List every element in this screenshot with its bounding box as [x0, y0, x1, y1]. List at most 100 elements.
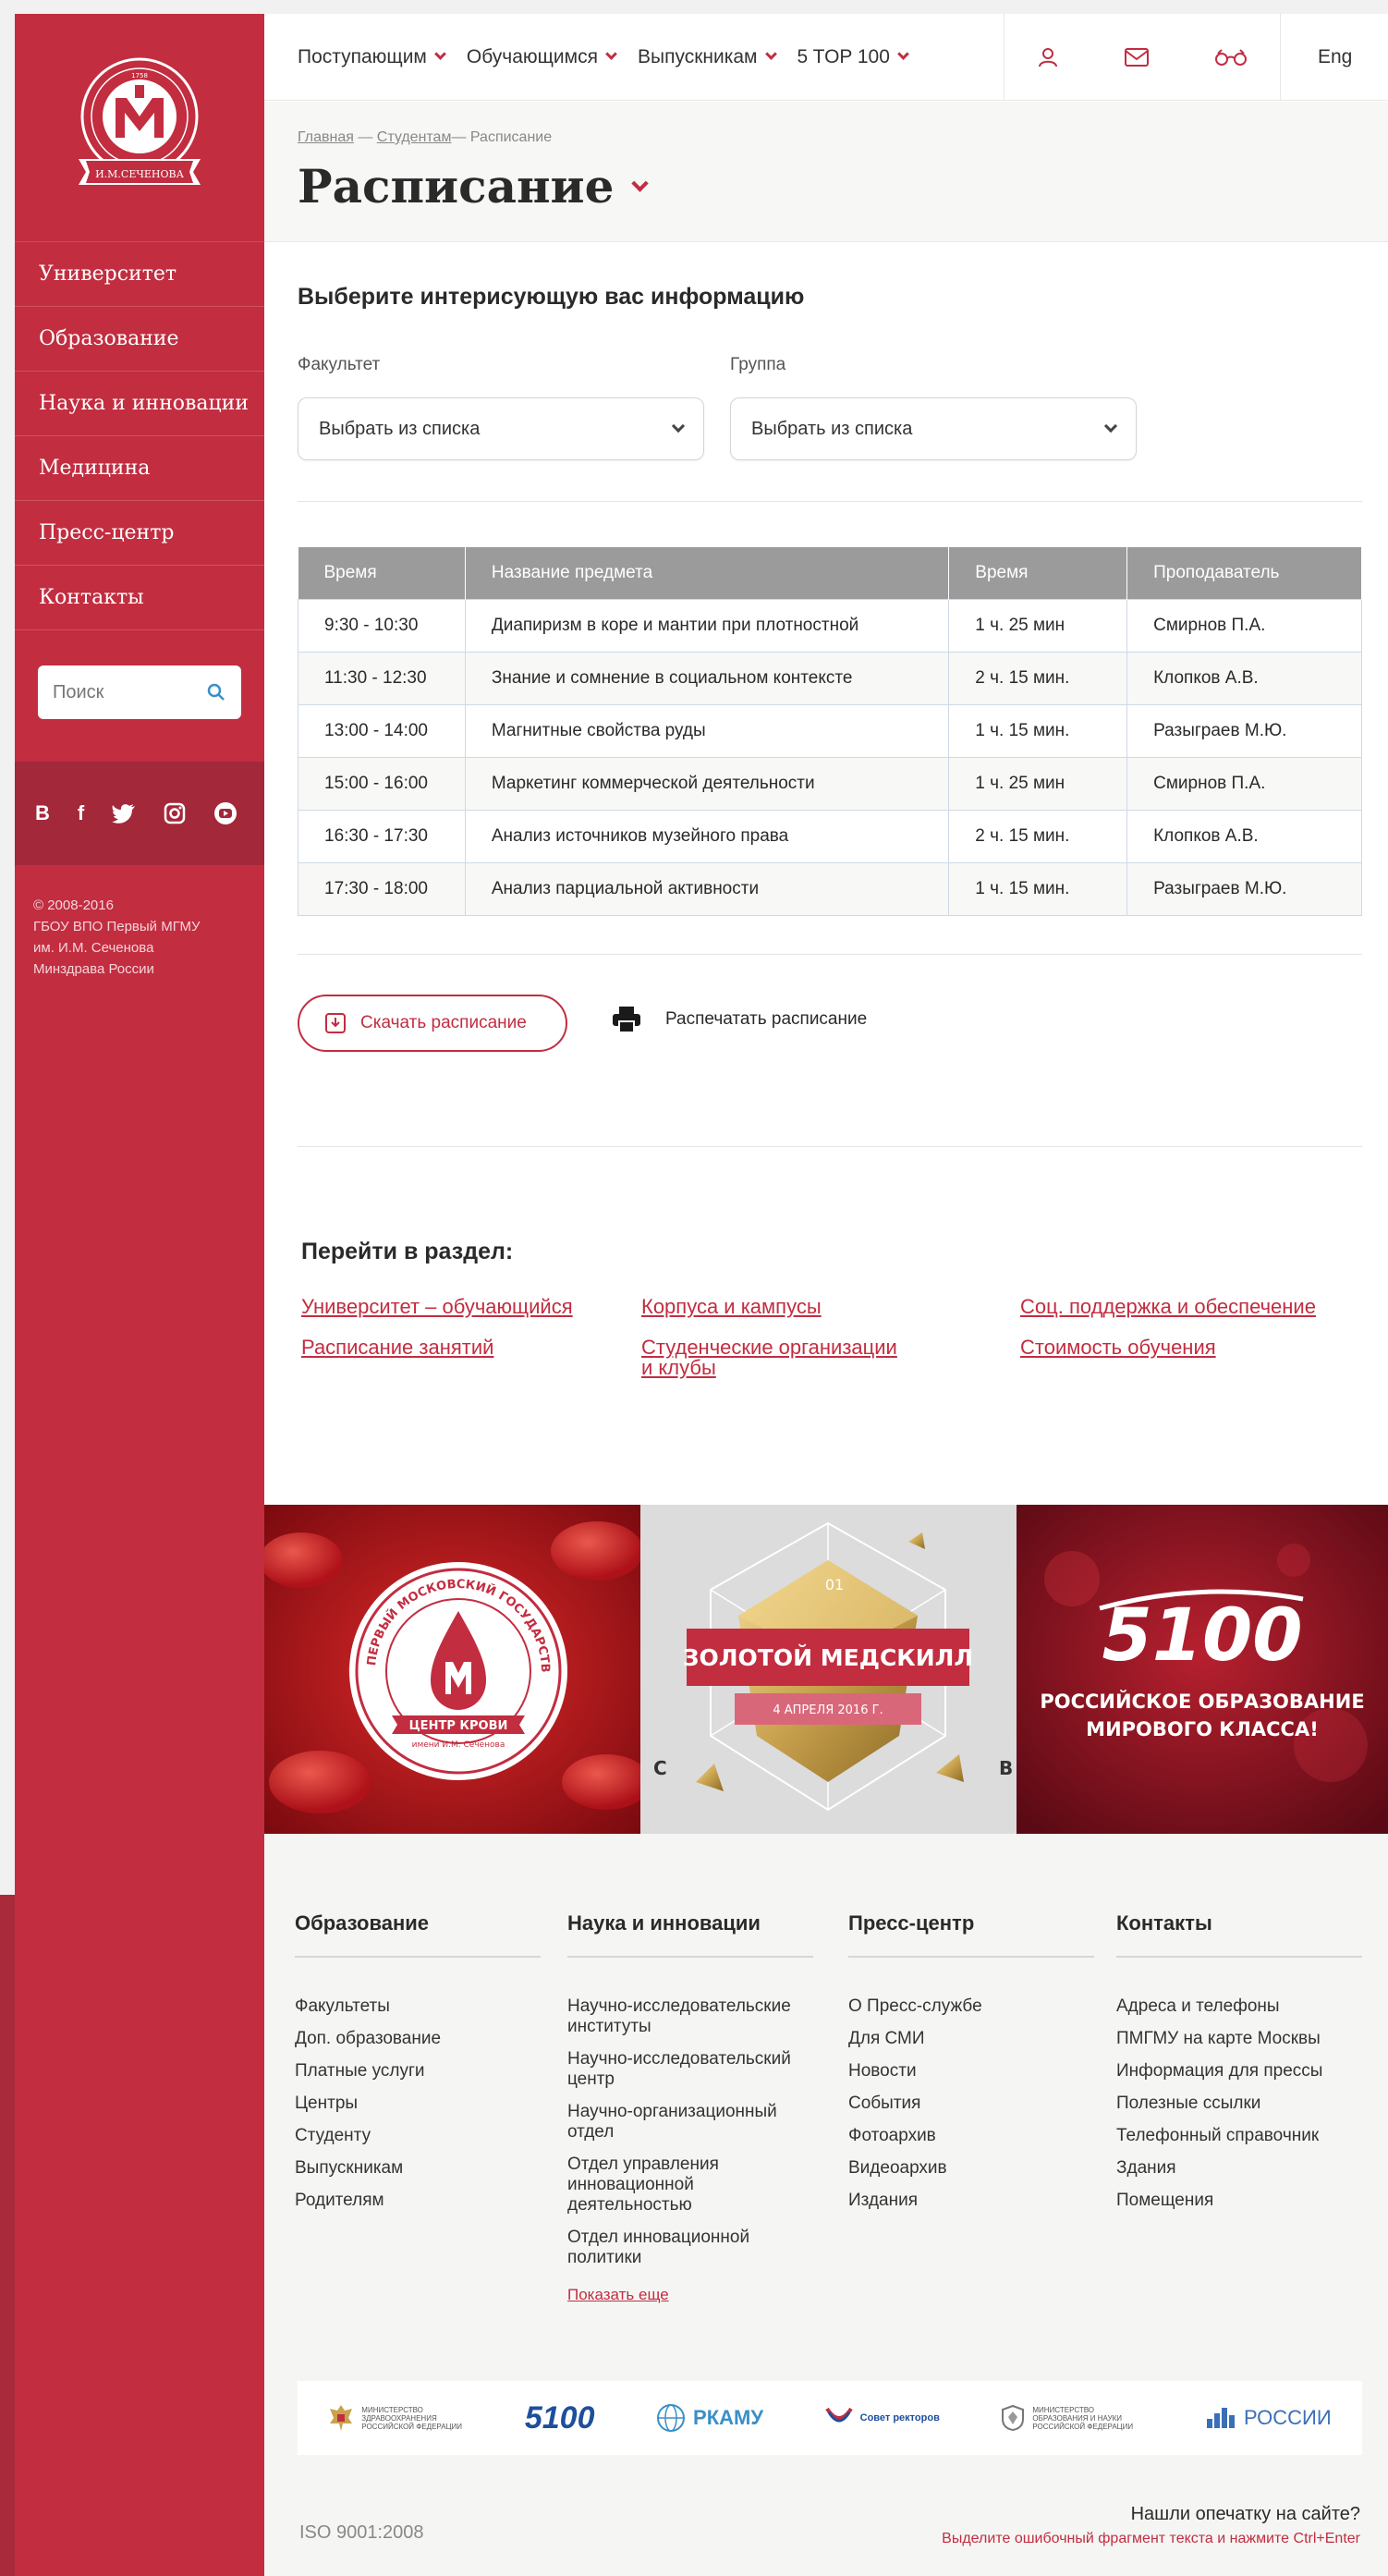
partner-5100[interactable]: 5100 — [525, 2400, 595, 2436]
youtube-icon[interactable] — [213, 801, 237, 825]
footer-link[interactable]: Телефонный справочник — [1116, 2126, 1362, 2146]
col-time: Время — [298, 547, 466, 599]
breadcrumb-students[interactable]: Студентам — [377, 129, 452, 145]
footer-link[interactable]: О Пресс-службе — [848, 1996, 1094, 2017]
top-header: Поступающим Обучающимся Выпускникам 5 TO… — [264, 14, 1388, 101]
breadcrumb-current: Расписание — [469, 129, 553, 145]
topnav-applicants[interactable]: Поступающим — [298, 46, 446, 68]
copyright: © 2008-2016 ГБОУ ВПО Первый МГМУ им. И.М… — [33, 897, 201, 977]
link-university-student[interactable]: Университет – обучающийся — [301, 1296, 573, 1318]
footer-link[interactable]: Фотоархив — [848, 2126, 1094, 2146]
link-tuition-cost[interactable]: Стоимость обучения — [1020, 1337, 1216, 1359]
chevron-down-icon — [897, 48, 909, 60]
footer-link[interactable]: Отдел инновационной политики — [567, 2228, 813, 2268]
sidebar-item-education[interactable]: Образование — [15, 307, 264, 372]
vk-icon[interactable]: В — [35, 801, 50, 825]
twitter-icon[interactable] — [112, 803, 136, 824]
footer-link[interactable]: Отдел управления инновационной деятельно… — [567, 2155, 813, 2216]
footer-link[interactable]: Новости — [848, 2061, 1094, 2082]
footer-link[interactable]: Научно-исследовательский центр — [567, 2049, 813, 2090]
link-social-support[interactable]: Соц. поддержка и обеспечение — [1020, 1296, 1316, 1318]
partner-minobrnauki[interactable]: МИНИСТЕРСТВО ОБРАЗОВАНИЯ И НАУКИ РОССИЙС… — [1001, 2404, 1143, 2432]
topnav-5top100[interactable]: 5 TOP 100 — [797, 46, 909, 68]
footer-link[interactable]: Для СМИ — [848, 2029, 1094, 2049]
print-schedule-button[interactable]: Распечатать расписание — [612, 1006, 867, 1033]
partner-minzdrav[interactable]: МИНИСТЕРСТВО ЗДРАВООХРАНЕНИЯ РОССИЙСКОЙ … — [328, 2403, 463, 2433]
facebook-icon[interactable]: f — [78, 801, 84, 825]
svg-text:ЦЕНТР КРОВИ: ЦЕНТР КРОВИ — [409, 1719, 508, 1733]
sidebar-item-science[interactable]: Наука и инновации — [15, 372, 264, 436]
show-more-link[interactable]: Показать еще — [567, 2286, 669, 2304]
sidebar-nav: Университет Образование Наука и инноваци… — [15, 242, 264, 630]
user-icon[interactable] — [1037, 46, 1059, 68]
faculty-select[interactable]: Выбрать из списка — [298, 397, 704, 460]
group-select[interactable]: Выбрать из списка — [730, 397, 1137, 460]
sidebar-item-contacts[interactable]: Контакты — [15, 566, 264, 630]
search-icon[interactable] — [206, 682, 226, 702]
footer-link[interactable]: Научно-организационный отдел — [567, 2102, 813, 2143]
goto-heading: Перейти в раздел: — [301, 1239, 514, 1264]
svg-text:И.М.СЕЧЕНОВА: И.М.СЕЧЕНОВА — [95, 168, 185, 180]
schedule-table: Время Название предмета Время Проподават… — [298, 547, 1362, 916]
footer-col-title[interactable]: Образование — [295, 1911, 541, 1958]
footer-link[interactable]: Факультеты — [295, 1996, 541, 2017]
sidebar-item-press[interactable]: Пресс-центр — [15, 501, 264, 566]
link-student-orgs-clubs[interactable]: и клубы — [641, 1357, 716, 1379]
sidebar-item-medicine[interactable]: Медицина — [15, 436, 264, 501]
col-subject: Название предмета — [465, 547, 950, 599]
footer-link[interactable]: ПМГМУ на карте Москвы — [1116, 2029, 1362, 2049]
banner-blood-center[interactable]: ПЕРВЫЙ МОСКОВСКИЙ ГОСУДАРСТВЕННЫЙ МЕДИЦИ… — [264, 1505, 640, 1834]
partner-rkamu[interactable]: РКАМУ — [656, 2403, 763, 2433]
footer-link[interactable]: Центры — [295, 2094, 541, 2114]
printer-icon — [613, 1007, 640, 1033]
footer-col-contacts: Контакты Адреса и телефоны ПМГМУ на карт… — [1116, 1911, 1362, 2223]
breadcrumb-home[interactable]: Главная — [298, 129, 354, 145]
chevron-down-icon — [764, 48, 777, 60]
footer-col-press: Пресс-центр О Пресс-службе Для СМИ Новос… — [848, 1911, 1094, 2223]
footer-link[interactable]: Студенту — [295, 2126, 541, 2146]
link-campuses[interactable]: Корпуса и кампусы — [641, 1296, 822, 1318]
coat-of-arms-icon — [1002, 2404, 1025, 2432]
logo-area[interactable]: И.М.СЕЧЕНОВА 1758 — [15, 14, 264, 242]
footer-link[interactable]: Платные услуги — [295, 2061, 541, 2082]
svg-text:5100: 5100 — [1102, 1594, 1302, 1678]
footer-link[interactable]: Помещения — [1116, 2191, 1362, 2211]
chevron-down-icon — [631, 175, 650, 192]
link-class-schedule[interactable]: Расписание занятий — [301, 1337, 493, 1359]
footer-col-title[interactable]: Контакты — [1116, 1911, 1362, 1958]
footer-link[interactable]: Выпускникам — [295, 2158, 541, 2179]
footer-col-title[interactable]: Пресс-центр — [848, 1911, 1094, 1958]
banner-golden-medskill[interactable]: 01 ЗОЛОТОЙ МЕДСКИЛЛ 4 АПРЕЛЯ 2016 Г. C B — [640, 1505, 1017, 1834]
sidebar-item-university[interactable]: Университет — [15, 242, 264, 307]
footer-link[interactable]: Информация для прессы — [1116, 2061, 1362, 2082]
footer-link[interactable]: Полезные ссылки — [1116, 2094, 1362, 2114]
topnav-graduates[interactable]: Выпускникам — [638, 46, 777, 68]
sidebar: И.М.СЕЧЕНОВА 1758 Университет Образовани… — [15, 14, 264, 2576]
page-title[interactable]: Расписание — [298, 159, 650, 214]
svg-text:4 АПРЕЛЯ 2016 Г.: 4 АПРЕЛЯ 2016 Г. — [773, 1703, 883, 1717]
page-left-edge-dark — [0, 1895, 15, 2576]
language-switch[interactable]: Eng — [1318, 46, 1352, 68]
footer-link[interactable]: Видеоархив — [848, 2158, 1094, 2179]
page-left-edge — [0, 0, 15, 1895]
partner-rectors-council[interactable]: Совет ректоров — [824, 2405, 940, 2431]
partner-medical-league[interactable]: РОССИИ — [1205, 2406, 1332, 2430]
footer-col-title[interactable]: Наука и инновации — [567, 1911, 813, 1958]
footer-link[interactable]: Здания — [1116, 2158, 1362, 2179]
instagram-icon[interactable] — [164, 802, 186, 824]
banner-5100[interactable]: 5100 РОССИЙСКОЕ ОБРАЗОВАНИЕ МИРОВОГО КЛА… — [1017, 1505, 1388, 1834]
footer-link[interactable]: Научно-исследовательские институты — [567, 1996, 813, 2037]
footer-link[interactable]: Адреса и телефоны — [1116, 1996, 1362, 2017]
footer-link[interactable]: Доп. образование — [295, 2029, 541, 2049]
footer-link[interactable]: События — [848, 2094, 1094, 2114]
mail-icon[interactable] — [1124, 48, 1149, 67]
topnav-students[interactable]: Обучающимся — [467, 46, 617, 68]
divider — [298, 954, 1362, 955]
search-input[interactable] — [53, 681, 191, 703]
footer-link[interactable]: Издания — [848, 2191, 1094, 2211]
download-schedule-button[interactable]: Скачать расписание — [298, 995, 567, 1052]
footer-link[interactable]: Родителям — [295, 2191, 541, 2211]
glasses-icon[interactable] — [1214, 48, 1248, 67]
table-row: 17:30 - 18:00 Анализ парциальной активнос… — [298, 861, 1362, 916]
footer-col-science: Наука и инновации Научно-исследовательск… — [567, 1911, 813, 2304]
